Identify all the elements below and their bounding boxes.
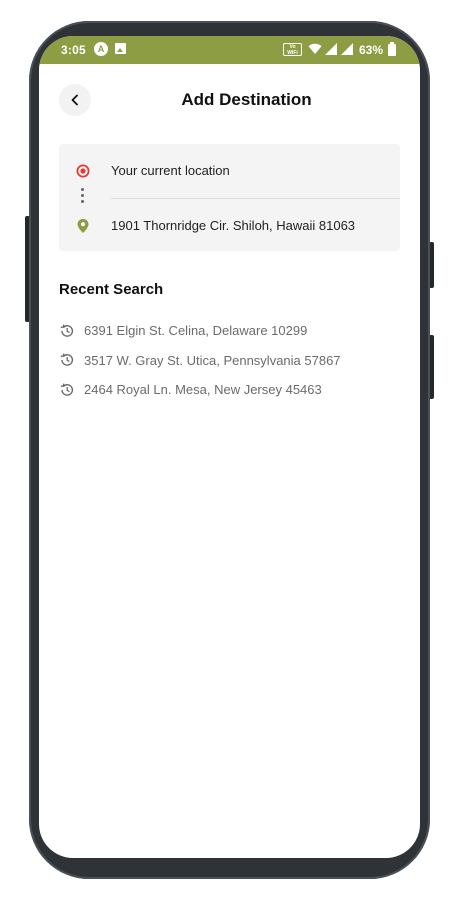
destination-field[interactable]: 1901 Thornridge Cir. Shiloh, Hawaii 8106… <box>111 218 396 238</box>
screen: 3:05 A Vo WiFi 63% Add Destination Your … <box>39 36 420 858</box>
battery-icon <box>388 42 396 56</box>
recent-search-item[interactable]: 6391 Elgin St. Celina, Delaware 10299 <box>59 316 400 346</box>
recent-search-text: 2464 Royal Ln. Mesa, New Jersey 45463 <box>84 382 322 398</box>
page-title: Add Destination <box>181 90 312 109</box>
origin-field[interactable]: Your current location <box>111 163 381 189</box>
route-card: Your current location 1901 Thornridge Ci… <box>59 144 400 251</box>
status-bar: 3:05 A Vo WiFi 63% <box>39 36 420 64</box>
map-pin-icon <box>77 219 89 233</box>
app-notification-icon: A <box>94 42 108 56</box>
history-icon <box>60 383 74 396</box>
vowifi-icon: Vo WiFi <box>283 43 302 56</box>
recent-search-item[interactable]: 3517 W. Gray St. Utica, Pennsylvania 578… <box>59 346 400 376</box>
recent-search-text: 3517 W. Gray St. Utica, Pennsylvania 578… <box>84 352 341 368</box>
route-connector-dots <box>81 188 85 204</box>
divider <box>111 198 400 199</box>
recent-search-list: 6391 Elgin St. Celina, Delaware 10299 35… <box>59 316 400 405</box>
history-icon <box>60 353 74 367</box>
cell-signal-icon <box>325 43 337 55</box>
battery-percent: 63% <box>359 43 384 57</box>
device-stage: 3:05 A Vo WiFi 63% Add Destination Your … <box>0 0 460 900</box>
recent-search-item[interactable]: 2464 Royal Ln. Mesa, New Jersey 45463 <box>59 375 400 405</box>
recent-search-text: 6391 Elgin St. Celina, Delaware 10299 <box>84 323 308 339</box>
cell-signal-icon <box>341 43 353 55</box>
history-icon <box>60 324 74 337</box>
recent-search-heading: Recent Search <box>59 281 164 298</box>
image-notification-icon <box>115 43 126 54</box>
wifi-icon <box>308 43 322 54</box>
current-location-target-icon <box>76 164 90 178</box>
status-time: 3:05 <box>61 43 86 57</box>
